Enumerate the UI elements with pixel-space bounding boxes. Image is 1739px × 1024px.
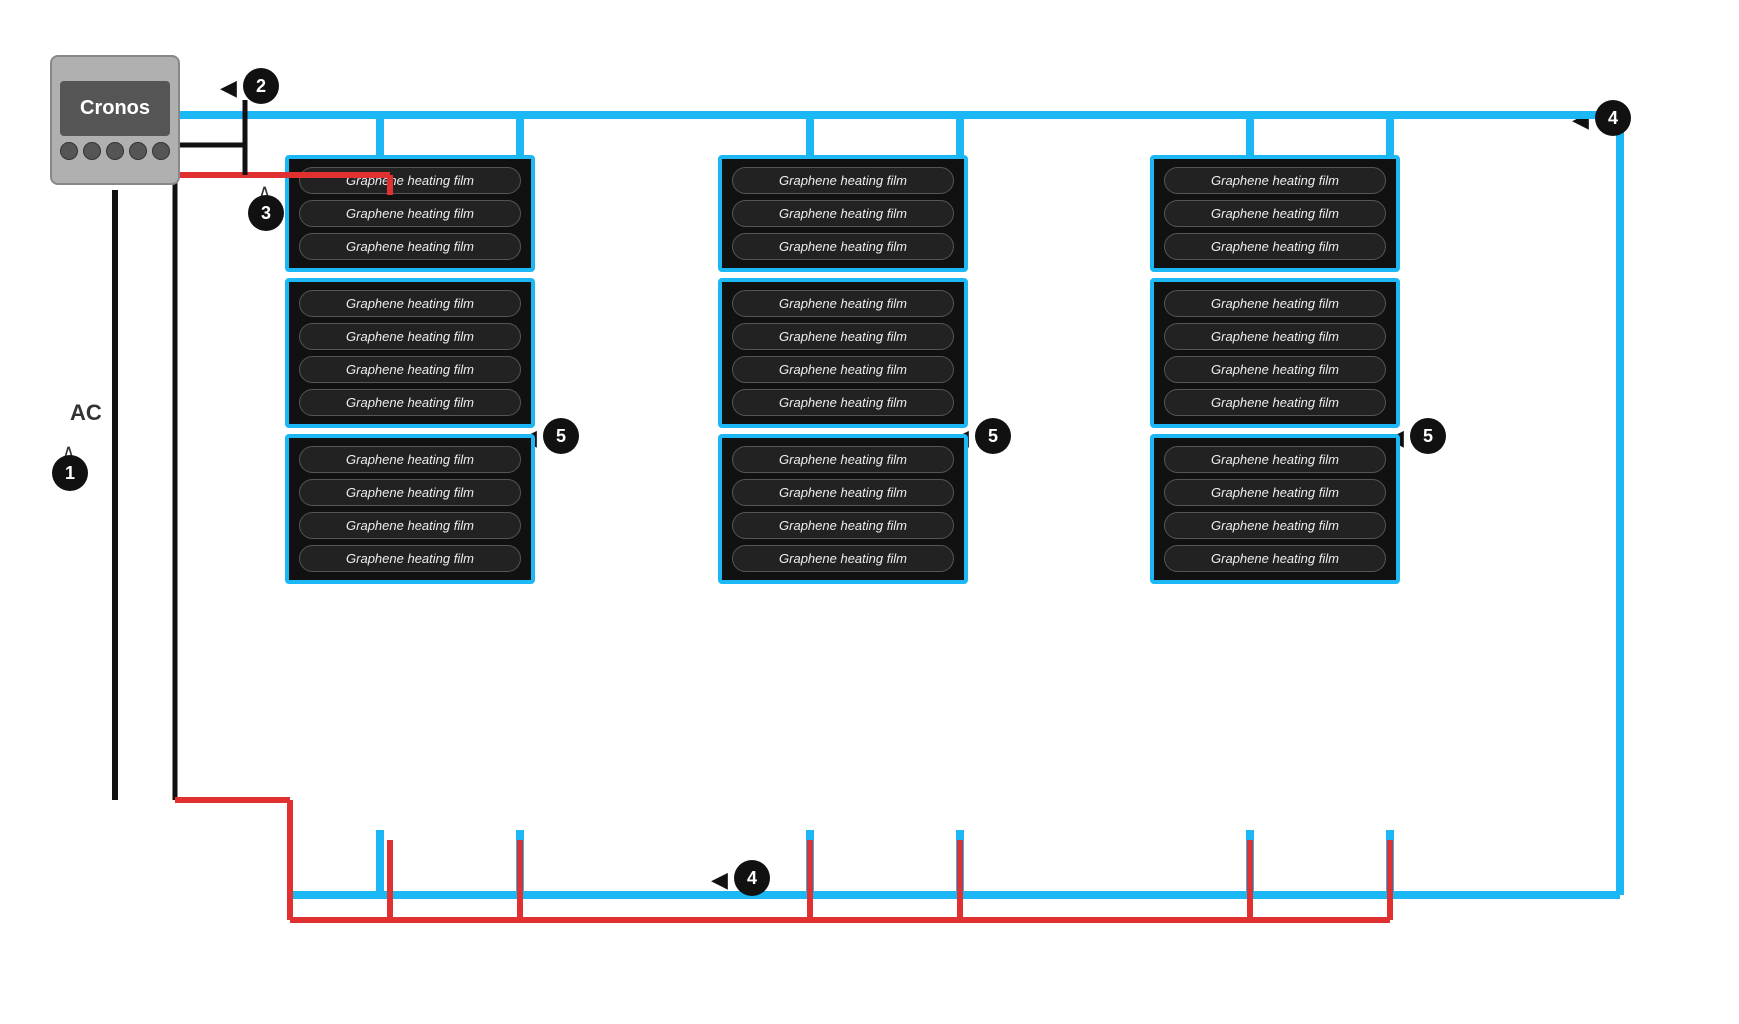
badge-1: 1 [52,455,88,491]
badge-3: 3 [248,195,284,231]
cronos-btn-1 [60,142,78,160]
cronos-btn-2 [83,142,101,160]
cronos-btn-5 [152,142,170,160]
cronos-btn-3 [106,142,124,160]
badge-5-col2: 5 [975,418,1011,454]
cronos-controller: Cronos [50,55,180,185]
cronos-brand: Cronos [80,97,150,120]
badge-2: 2 [243,68,279,104]
badge-4-top: 4 [1595,100,1631,136]
cronos-btn-4 [129,142,147,160]
cronos-button-row [60,142,170,160]
badge-5-col1: 5 [543,418,579,454]
badge-5-col3: 5 [1410,418,1446,454]
wiring-diagram [0,0,1739,1024]
badge-4-bottom: 4 [734,860,770,896]
cronos-display: Cronos [60,81,170,136]
